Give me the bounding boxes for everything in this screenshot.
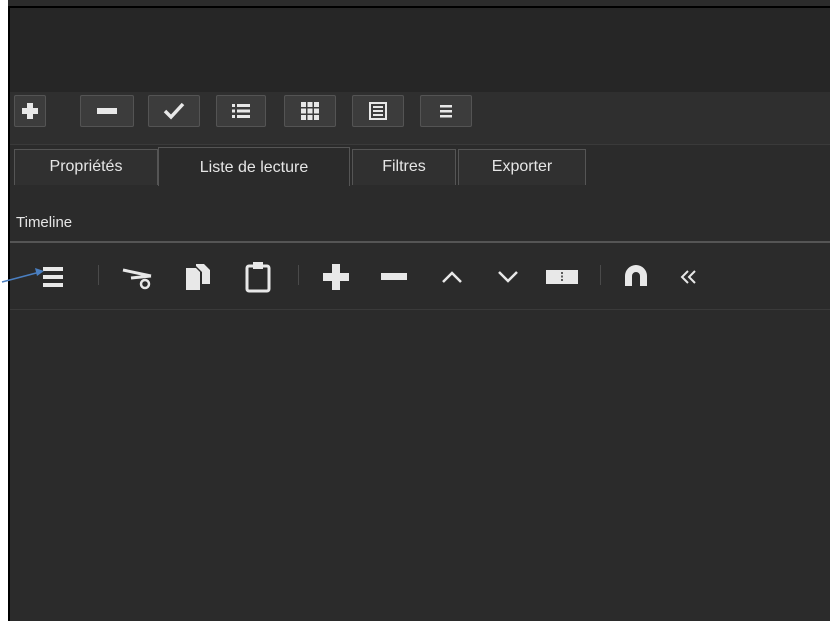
paste-button[interactable] xyxy=(236,255,280,299)
tab-filters[interactable]: Filtres xyxy=(352,149,456,185)
append-button[interactable] xyxy=(314,255,358,299)
playlist-toolbar xyxy=(10,92,830,144)
cut-icon xyxy=(122,268,152,290)
scrub-button[interactable] xyxy=(666,255,696,299)
plus-icon xyxy=(22,103,38,119)
paste-icon xyxy=(245,262,271,293)
toolbar-separator xyxy=(298,265,299,285)
split-icon xyxy=(546,270,578,284)
update-button[interactable] xyxy=(148,95,200,127)
timeline-dock-header: Timeline xyxy=(10,186,830,242)
remove-button[interactable] xyxy=(80,95,134,127)
remove-icon xyxy=(381,273,407,280)
tab-playlist[interactable]: Liste de lecture xyxy=(158,147,350,187)
add-button[interactable] xyxy=(14,95,46,127)
snap-button[interactable] xyxy=(614,255,658,299)
table-view-button[interactable] xyxy=(352,95,404,127)
timeline-toolbar xyxy=(10,243,830,310)
table-view-icon xyxy=(369,102,387,120)
scrub-back-icon xyxy=(680,270,696,284)
timeline-tracks-area xyxy=(10,310,830,621)
list-view-button[interactable] xyxy=(216,95,266,127)
playlist-menu-button[interactable] xyxy=(420,95,472,127)
split-button[interactable] xyxy=(540,255,584,299)
panel-tabs: Propriétés Liste de lecture Filtres Expo… xyxy=(10,144,830,187)
tab-properties[interactable]: Propriétés xyxy=(14,149,158,185)
tab-export[interactable]: Exporter xyxy=(458,149,586,185)
cut-button[interactable] xyxy=(116,255,160,299)
toolbar-separator xyxy=(98,265,99,285)
check-icon xyxy=(163,102,185,120)
lift-up-icon xyxy=(442,271,462,283)
annotation-arrow-icon xyxy=(1,268,44,283)
copy-button[interactable] xyxy=(176,255,220,299)
ripple-delete-button[interactable] xyxy=(372,255,416,299)
copy-icon xyxy=(186,264,210,290)
grid-view-button[interactable] xyxy=(284,95,336,127)
overwrite-button[interactable] xyxy=(486,255,530,299)
minus-icon xyxy=(97,108,117,114)
grid-view-icon xyxy=(301,102,319,120)
toolbar-separator xyxy=(600,265,601,285)
list-view-icon xyxy=(232,104,250,118)
menu-icon xyxy=(440,105,452,118)
append-icon xyxy=(323,264,349,290)
window-header xyxy=(10,8,830,92)
overwrite-down-icon xyxy=(498,271,518,283)
snap-magnet-icon xyxy=(625,265,647,290)
lift-button[interactable] xyxy=(430,255,474,299)
timeline-title: Timeline xyxy=(16,214,73,231)
